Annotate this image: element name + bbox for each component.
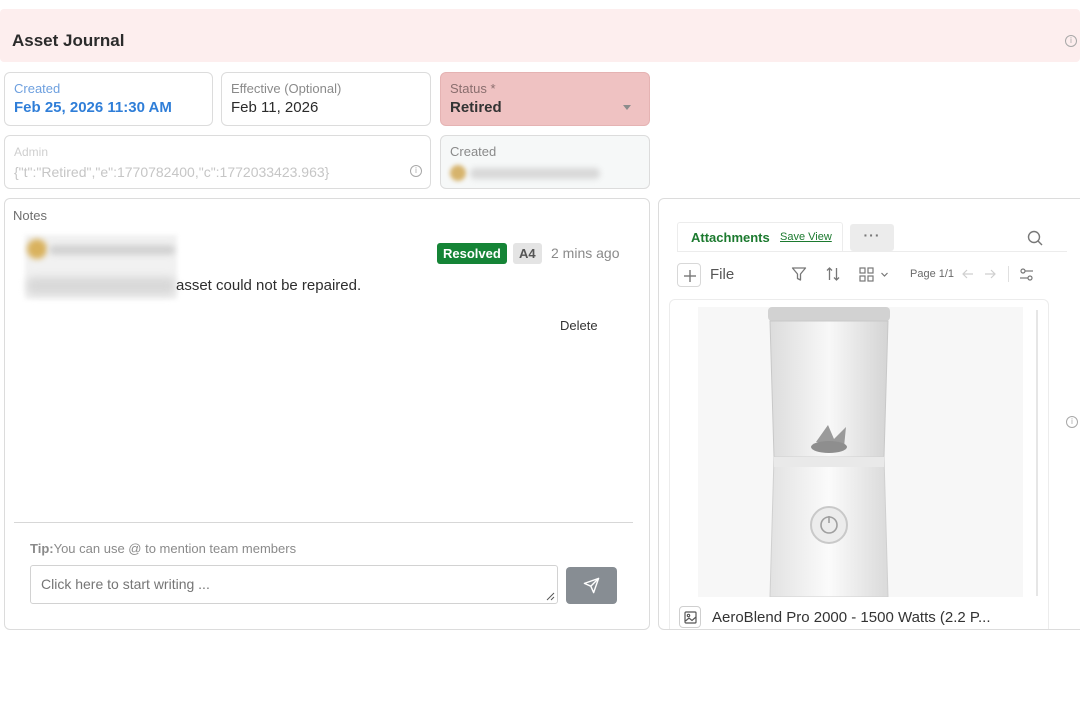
attachment-title[interactable]: AeroBlend Pro 2000 - 1500 Watts (2.2 P..…	[712, 609, 991, 626]
effective-date-field[interactable]: Effective (Optional) Feb 11, 2026	[221, 72, 431, 126]
mention-tip: Tip:You can use @ to mention team member…	[30, 541, 296, 556]
note-timestamp: 2 mins ago	[551, 245, 620, 261]
send-icon	[583, 577, 600, 594]
tab-attachments[interactable]: Attachments Save View	[677, 222, 843, 251]
dropdown-caret-icon[interactable]	[623, 105, 631, 110]
more-tabs-button[interactable]: ···	[850, 224, 894, 251]
grid-icon[interactable]	[859, 267, 874, 282]
resize-handle-icon[interactable]	[545, 591, 555, 601]
image-icon	[684, 611, 697, 624]
note-input[interactable]	[30, 565, 558, 604]
created-field: Created Feb 25, 2026 11:30 AM	[4, 72, 213, 126]
divider	[677, 251, 1067, 252]
filter-icon[interactable]	[791, 266, 807, 282]
status-badge: Resolved	[437, 243, 507, 264]
tab-attachments-label[interactable]: Attachments	[691, 230, 770, 245]
search-icon[interactable]	[1027, 230, 1043, 246]
created-by-field: Created	[440, 135, 650, 189]
send-button[interactable]	[566, 567, 617, 604]
plus-icon	[684, 270, 696, 282]
avatar	[27, 239, 47, 259]
tag-badge: A4	[513, 243, 542, 264]
info-icon[interactable]: i	[1065, 35, 1077, 47]
info-icon[interactable]: i	[410, 165, 422, 177]
attachments-panel: Attachments Save View ··· File Page 1/1	[658, 198, 1080, 630]
status-label: Status *	[450, 81, 496, 96]
note-text: asset could not be repaired.	[176, 277, 362, 294]
arrow-left-icon[interactable]	[962, 268, 974, 280]
attachment-thumbnail[interactable]	[698, 307, 1023, 597]
created-value: Feb 25, 2026 11:30 AM	[14, 99, 172, 116]
image-type-badge	[679, 606, 701, 628]
chevron-down-icon[interactable]	[880, 270, 889, 279]
created-label: Created	[14, 81, 61, 96]
blender-image	[698, 307, 1023, 597]
thumbnail-scrollbar[interactable]	[1036, 310, 1038, 596]
status-value[interactable]: Retired	[450, 99, 502, 116]
created-by-label: Created	[450, 144, 497, 159]
settings-sliders-icon[interactable]	[1019, 267, 1034, 282]
divider	[14, 522, 633, 523]
tip-prefix: Tip:	[30, 541, 54, 556]
page-indicator: Page 1/1	[910, 268, 955, 280]
arrow-right-icon[interactable]	[984, 268, 996, 280]
notes-label: Notes	[13, 208, 47, 223]
avatar	[450, 165, 466, 181]
redacted-author-name	[49, 245, 175, 255]
save-view-link[interactable]: Save View	[780, 231, 832, 243]
notes-panel: Notes asset could not be repaired. Resol…	[4, 198, 650, 630]
created-by-user-redacted	[450, 165, 600, 181]
sort-icon[interactable]	[825, 266, 841, 282]
effective-label: Effective (Optional)	[231, 81, 342, 96]
admin-label: Admin	[14, 145, 49, 159]
info-icon[interactable]: i	[1066, 416, 1078, 428]
tip-text: You can use @ to mention team members	[53, 541, 297, 556]
toolbar-separator	[1008, 266, 1009, 282]
add-file-button[interactable]	[677, 263, 701, 287]
admin-value: {"t":"Retired","e":1770782400,"c":177203…	[14, 164, 330, 180]
redacted-text	[27, 277, 175, 295]
page-header: Asset Journal i	[0, 9, 1080, 62]
redacted-name	[470, 168, 600, 179]
page-title: Asset Journal	[12, 31, 125, 50]
admin-field: Admin {"t":"Retired","e":1770782400,"c":…	[4, 135, 431, 189]
attachment-card[interactable]: AeroBlend Pro 2000 - 1500 Watts (2.2 P..…	[669, 299, 1049, 629]
effective-value[interactable]: Feb 11, 2026	[231, 99, 318, 116]
delete-note-button[interactable]: Delete	[560, 318, 598, 333]
status-select[interactable]: Status * Retired	[440, 72, 650, 126]
add-file-label[interactable]: File	[710, 266, 734, 283]
